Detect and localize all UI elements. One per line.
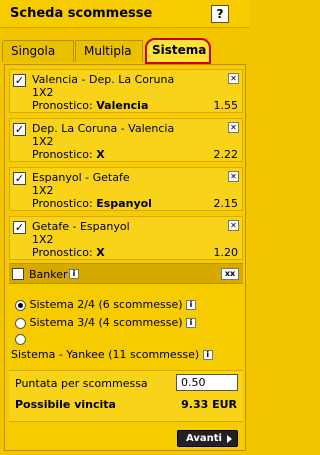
bet-item: ✓ Espanyol - Getafe 1X2 Pronostico: Espa… [9, 167, 243, 211]
remove-bet-icon[interactable]: ✕ [228, 122, 239, 133]
bet-pronostico: Pronostico: Valencia [32, 99, 149, 112]
header: Scheda scommesse ? [0, 0, 250, 28]
bet-checkbox[interactable]: ✓ [13, 123, 26, 136]
system-label: Sistema - Yankee (11 scommesse) [11, 348, 200, 361]
possible-win-value: 9.33 EUR [181, 398, 237, 411]
tab-sistema[interactable]: Sistema [145, 38, 211, 64]
bet-checkbox[interactable]: ✓ [13, 172, 26, 185]
bet-match: Dep. La Coruna - Valencia [32, 122, 175, 135]
bet-match: Espanyol - Getafe [32, 171, 130, 184]
banker-row: Banker i xx [9, 263, 243, 284]
bet-odds: 1.55 [213, 99, 239, 112]
system-option-radio[interactable] [15, 332, 26, 345]
remove-bet-icon[interactable]: ✕ [228, 220, 239, 231]
system-label: Sistema 2/4 (6 scommesse) [29, 298, 183, 311]
info-icon[interactable]: i [186, 318, 197, 328]
radio-button[interactable] [15, 333, 26, 345]
remove-bet-icon[interactable]: ✕ [228, 73, 239, 84]
next-button[interactable]: Avanti [177, 430, 238, 447]
tab-multipla[interactable]: Multipla [75, 40, 143, 62]
bet-slip-panel: ✓ Valencia - Dep. La Coruna 1X2 Pronosti… [4, 64, 246, 451]
system-option[interactable]: Sistema 3/4 (4 scommesse) i [15, 316, 197, 329]
bet-checkbox[interactable]: ✓ [13, 221, 26, 234]
radio-button[interactable] [15, 299, 26, 311]
bet-market: 1X2 [32, 135, 54, 148]
bet-match: Valencia - Dep. La Coruna [32, 73, 175, 86]
remove-all-icon[interactable]: xx [221, 268, 239, 280]
system-option[interactable]: Sistema 2/4 (6 scommesse) i [15, 298, 197, 311]
bet-item: ✓ Dep. La Coruna - Valencia 1X2 Pronosti… [9, 118, 243, 162]
bet-market: 1X2 [32, 233, 54, 246]
bet-odds: 2.22 [213, 148, 239, 161]
bet-market: 1X2 [32, 86, 54, 99]
info-icon[interactable]: i [69, 269, 79, 279]
info-icon[interactable]: i [202, 350, 213, 360]
banker-label: Banker [29, 268, 68, 281]
stake-input[interactable] [176, 374, 238, 391]
system-option[interactable]: Sistema - Yankee (11 scommesse) i [11, 348, 213, 361]
bet-odds: 1.20 [213, 246, 239, 259]
stake-section: Puntata per scommessa Possibile vincita … [9, 370, 243, 422]
bet-item: ✓ Valencia - Dep. La Coruna 1X2 Pronosti… [9, 69, 243, 113]
banker-checkbox[interactable] [12, 268, 24, 280]
bet-checkbox[interactable]: ✓ [13, 74, 26, 87]
bet-odds: 2.15 [213, 197, 239, 210]
help-icon[interactable]: ? [211, 5, 229, 23]
bet-match: Getafe - Espanyol [32, 220, 130, 233]
bet-pronostico: Pronostico: X [32, 246, 105, 259]
page-title: Scheda scommesse [10, 6, 153, 21]
bet-item: ✓ Getafe - Espanyol 1X2 Pronostico: X 1.… [9, 216, 243, 260]
info-icon[interactable]: i [186, 300, 197, 310]
tab-singola[interactable]: Singola [2, 40, 74, 62]
stake-label: Puntata per scommessa [15, 377, 148, 390]
remove-bet-icon[interactable]: ✕ [228, 171, 239, 182]
arrow-right-icon [227, 435, 232, 443]
tab-bar: Singola Multipla Sistema [0, 38, 250, 64]
bet-pronostico: Pronostico: Espanyol [32, 197, 152, 210]
next-button-label: Avanti [186, 433, 222, 444]
system-label: Sistema 3/4 (4 scommesse) [29, 316, 183, 329]
radio-button[interactable] [15, 317, 26, 329]
bet-pronostico: Pronostico: X [32, 148, 105, 161]
bet-market: 1X2 [32, 184, 54, 197]
possible-win-label: Possibile vincita [15, 398, 116, 411]
